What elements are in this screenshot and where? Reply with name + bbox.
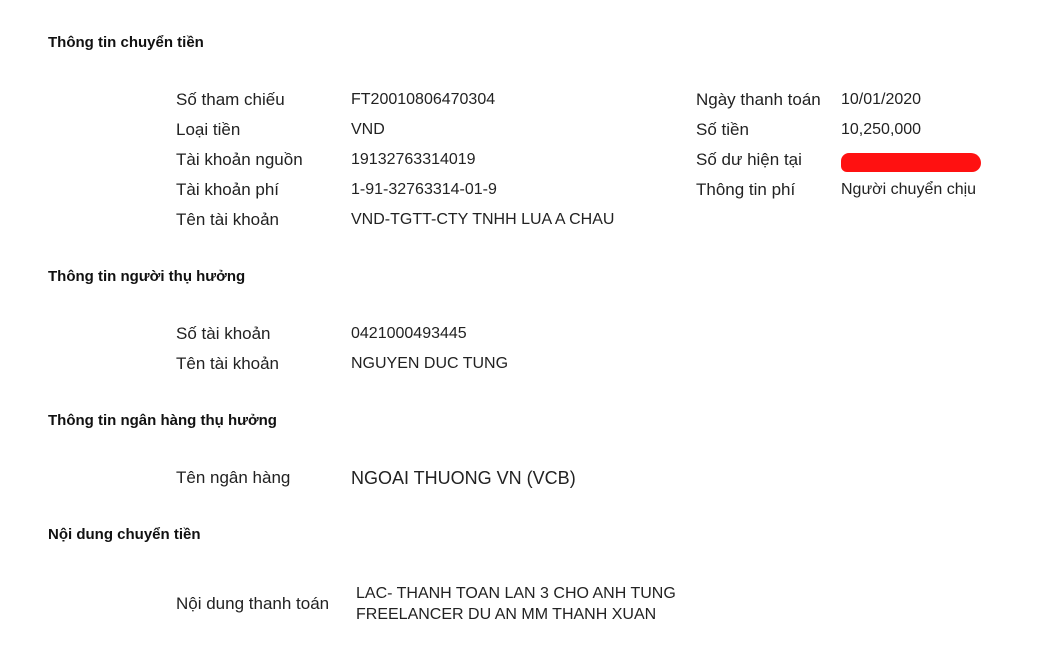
beneficiary-title: Thông tin người thụ hưởng	[48, 268, 246, 285]
payment-date-value: 10/01/2020	[841, 91, 922, 108]
beneficiary-account-name-value: NGUYEN DUC TUNG	[351, 355, 509, 372]
memo-title: Nội dung chuyển tiền	[48, 526, 201, 543]
beneficiary-account-number-value: 0421000493445	[351, 325, 467, 342]
memo-content-line-1: LAC- THANH TOAN LAN 3 CHO ANH TUNG	[356, 585, 676, 602]
bank-name-value: NGOAI THUONG VN (VCB)	[351, 468, 576, 488]
reference-value: FT20010806470304	[351, 91, 496, 108]
beneficiary-account-number-label: Số tài khoản	[176, 324, 271, 343]
account-name-value: VND-TGTT-CTY TNHH LUA A CHAU	[351, 211, 615, 228]
beneficiary-bank-title: Thông tin ngân hàng thụ hưởng	[48, 412, 277, 429]
account-name-label: Tên tài khoản	[176, 210, 280, 229]
beneficiary-account-name-label: Tên tài khoản	[176, 354, 280, 373]
balance-label: Số dư hiện tại	[696, 150, 802, 169]
fee-info-value: Người chuyển chịu	[841, 181, 977, 198]
source-account-label: Tài khoản nguồn	[176, 150, 303, 169]
fee-account-label: Tài khoản phí	[176, 180, 280, 199]
amount-label: Số tiền	[696, 120, 749, 139]
memo-content-line-2: FREELANCER DU AN MM THANH XUAN	[356, 606, 657, 623]
fee-info-label: Thông tin phí	[696, 180, 796, 199]
reference-label: Số tham chiếu	[176, 90, 285, 109]
fee-account-value: 1-91-32763314-01-9	[351, 181, 497, 198]
balance-redaction-mark	[841, 153, 981, 172]
memo-content-label: Nội dung thanh toán	[176, 594, 330, 613]
amount-value: 10,250,000	[841, 121, 922, 138]
source-account-value: 19132763314019	[351, 151, 476, 168]
payment-date-label: Ngày thanh toán	[696, 90, 821, 109]
transfer-info-title: Thông tin chuyển tiền	[48, 34, 204, 51]
currency-value: VND	[351, 121, 385, 138]
bank-name-label: Tên ngân hàng	[176, 468, 291, 487]
currency-label: Loại tiền	[176, 120, 241, 139]
